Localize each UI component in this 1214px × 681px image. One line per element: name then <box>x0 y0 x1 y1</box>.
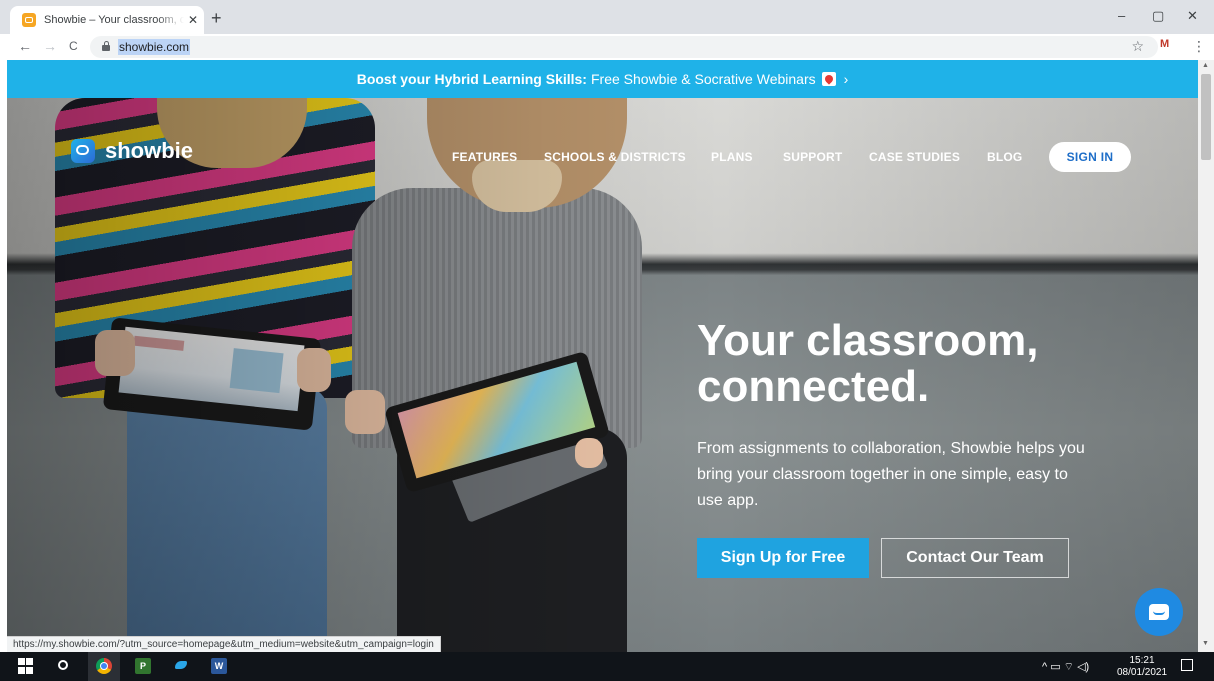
showbie-favicon-icon <box>22 13 36 27</box>
rocket-icon <box>821 72 836 86</box>
browser-menu-icon[interactable]: ⋮ <box>1192 38 1206 55</box>
nav-item-schools-districts[interactable]: SCHOOLS & DISTRICTS <box>544 150 686 164</box>
window-minimize-button[interactable]: – <box>1118 8 1125 23</box>
nav-item-features[interactable]: FEATURES <box>452 150 517 164</box>
new-tab-button[interactable]: + <box>211 8 222 29</box>
taskbar-clock[interactable]: 15:21 08/01/2021 <box>1117 655 1167 679</box>
notifications-icon[interactable] <box>1181 659 1193 671</box>
hero-subtext: From assignments to collaboration, Showb… <box>697 440 1085 509</box>
app-bird-icon[interactable] <box>173 658 189 674</box>
window-restore-button[interactable]: ▢ <box>1152 8 1164 24</box>
hero-headline-line-1: Your classroom, <box>697 316 1039 365</box>
clock-time: 15:21 <box>1129 655 1155 666</box>
system-tray-icons[interactable]: ^ ▭ ⌔ ◁) <box>1042 660 1089 674</box>
chat-icon <box>1149 604 1169 620</box>
page-viewport: Boost your Hybrid Learning Skills: Free … <box>7 60 1198 652</box>
hero-headline: Your classroom, connected. <box>697 318 1117 410</box>
forward-button[interactable]: → <box>43 38 57 54</box>
promo-banner-bold: Boost your Hybrid Learning Skills: <box>356 71 587 87</box>
extension-icon[interactable]: M <box>1160 38 1169 50</box>
ms-word-icon[interactable]: W <box>211 658 227 674</box>
address-bar[interactable]: showbie.com ☆ <box>90 36 1158 58</box>
bookmark-star-icon[interactable]: ☆ <box>1131 38 1144 55</box>
back-button[interactable]: ← <box>18 38 32 54</box>
tab-close-icon[interactable]: ✕ <box>188 13 198 27</box>
ms-project-icon[interactable]: P <box>135 658 151 674</box>
sign-up-free-button[interactable]: Sign Up for Free <box>697 538 869 578</box>
windows-start-icon[interactable] <box>18 658 34 674</box>
nav-item-support[interactable]: SUPPORT <box>783 150 842 164</box>
windows-taskbar: P W ^ ▭ ⌔ ◁) 15:21 08/01/2021 <box>0 652 1214 681</box>
nav-item-case-studies[interactable]: CASE STUDIES <box>869 150 960 164</box>
promo-banner-text: Free Showbie & Socrative Webinars <box>590 71 816 87</box>
site-nav: FEATURES SCHOOLS & DISTRICTS PLANS SUPPO… <box>7 150 1198 170</box>
reload-button[interactable]: C <box>69 39 78 53</box>
search-icon[interactable] <box>58 660 68 670</box>
scroll-down-icon[interactable]: ▼ <box>1202 640 1209 647</box>
scrollbar-thumb[interactable] <box>1201 74 1211 160</box>
tab-title: Showbie – Your classroom, connected. <box>44 14 184 26</box>
hero-headline-line-2: connected. <box>697 362 930 411</box>
sign-in-button[interactable]: SIGN IN <box>1049 142 1131 172</box>
promo-banner[interactable]: Boost your Hybrid Learning Skills: Free … <box>7 60 1198 98</box>
lock-icon[interactable] <box>102 41 110 51</box>
scroll-up-icon[interactable]: ▲ <box>1202 62 1209 69</box>
browser-tab[interactable]: Showbie – Your classroom, connected. ✕ <box>10 6 204 34</box>
contact-team-button[interactable]: Contact Our Team <box>881 538 1069 578</box>
status-bar-url: https://my.showbie.com/?utm_source=homep… <box>7 636 441 653</box>
browser-toolbar: ← → C showbie.com ☆ <box>0 34 1214 60</box>
clock-date: 08/01/2021 <box>1117 667 1168 678</box>
address-bar-url[interactable]: showbie.com <box>118 39 191 55</box>
page-scrollbar[interactable]: ▲ ▼ <box>1198 60 1214 652</box>
nav-item-blog[interactable]: BLOG <box>987 150 1022 164</box>
window-close-button[interactable]: ✕ <box>1187 8 1198 24</box>
chevron-right-icon: › <box>843 71 849 87</box>
hero-section: showbie FEATURES SCHOOLS & DISTRICTS PLA… <box>7 98 1198 652</box>
chat-launcher-button[interactable] <box>1135 588 1183 636</box>
chrome-icon[interactable] <box>96 658 112 674</box>
browser-tab-strip: Showbie – Your classroom, connected. ✕ +… <box>0 0 1214 34</box>
nav-item-plans[interactable]: PLANS <box>711 150 753 164</box>
